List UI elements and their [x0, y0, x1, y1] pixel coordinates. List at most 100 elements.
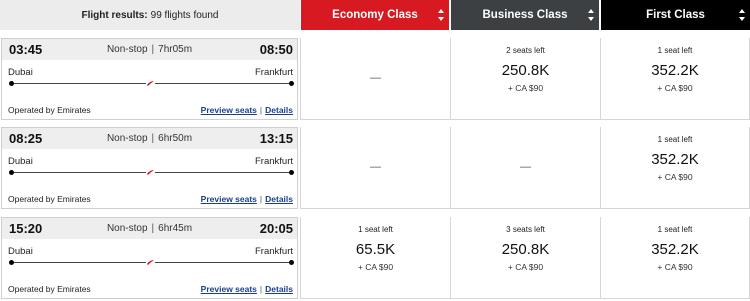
origin-city: Dubai	[8, 67, 33, 78]
business-cell: —	[450, 127, 600, 209]
business-class-label: Business Class	[482, 9, 568, 21]
separator: |	[259, 194, 263, 204]
stops-label: Non-stop	[106, 133, 148, 144]
first-fare-option[interactable]: 1 seat left 352.2K + CA $90	[600, 217, 750, 299]
duration-label: 6hr50m	[158, 133, 193, 144]
fare-price: 352.2K	[651, 151, 699, 168]
sort-arrows-icon[interactable]	[739, 9, 745, 21]
unavailable-dash: —	[370, 72, 381, 84]
flight-card: 15:20 Non-stop | 6hr45m 20:05 Dubai Frankf…	[1, 217, 298, 299]
results-summary: Flight results: 99 flights found	[0, 0, 300, 30]
duration-label: 6hr45m	[158, 223, 193, 234]
flight-row: 03:45 Non-stop | 7hr05m 08:50 Dubai Frankf…	[0, 38, 750, 120]
fare-taxes: + CA $90	[657, 83, 693, 93]
emirates-logo-icon	[146, 80, 155, 87]
route-line	[9, 169, 294, 176]
separator: |	[151, 44, 155, 55]
fare-taxes: + CA $90	[357, 262, 394, 272]
separator: |	[151, 223, 155, 234]
fare-taxes: + CA $90	[657, 172, 693, 182]
destination-city: Frankfurt	[254, 246, 293, 257]
destination-city: Frankfurt	[254, 67, 293, 78]
flight-card: 08:25 Non-stop | 6hr50m 13:15 Dubai Frankf…	[1, 127, 298, 209]
sort-arrows-icon[interactable]	[588, 9, 594, 21]
economy-class-header[interactable]: Economy Class	[301, 0, 449, 30]
unavailable-dash: —	[520, 161, 531, 173]
fare-taxes: + CA $90	[507, 83, 544, 93]
first-fare-option[interactable]: 1 seat left 352.2K + CA $90	[600, 38, 750, 120]
preview-seats-link[interactable]: Preview seats	[201, 194, 257, 204]
fare-price: 250.8K	[501, 241, 550, 258]
seats-left: 1 seat left	[358, 225, 393, 234]
unavailable-dash: —	[370, 161, 381, 173]
flight-row: 15:20 Non-stop | 6hr45m 20:05 Dubai Frankf…	[0, 217, 750, 299]
fare-price: 250.8K	[501, 62, 550, 79]
fare-taxes: + CA $90	[657, 262, 693, 272]
origin-dot-icon	[9, 260, 14, 265]
separator: |	[259, 105, 263, 115]
economy-fare-option[interactable]: 1 seat left 65.5K + CA $90	[300, 217, 450, 299]
fare-price: 352.2K	[651, 62, 699, 79]
destination-dot-icon	[289, 170, 294, 175]
flight-summary: Non-stop | 7hr05m	[2, 44, 297, 55]
operated-by: Operated by Emirates	[8, 194, 91, 204]
seats-left: 2 seats left	[506, 46, 545, 55]
first-class-label: First Class	[646, 9, 705, 21]
origin-dot-icon	[9, 81, 14, 86]
arrival-time: 20:05	[259, 221, 293, 236]
emirates-logo-icon	[146, 259, 155, 266]
flight-time-bar: 15:20 Non-stop | 6hr45m 20:05	[2, 218, 297, 239]
seats-left: 1 seat left	[657, 135, 693, 144]
stops-label: Non-stop	[106, 44, 148, 55]
stops-label: Non-stop	[106, 223, 148, 234]
flight-row: 08:25 Non-stop | 6hr50m 13:15 Dubai Frankf…	[0, 127, 750, 209]
destination-city: Frankfurt	[254, 156, 293, 167]
operated-by: Operated by Emirates	[8, 284, 91, 294]
destination-dot-icon	[289, 260, 294, 265]
fare-price: 352.2K	[651, 241, 699, 258]
duration-label: 7hr05m	[158, 44, 193, 55]
destination-dot-icon	[289, 81, 294, 86]
arrival-time: 08:50	[259, 42, 293, 57]
flight-links: Preview seats | Details	[201, 105, 293, 115]
economy-class-label: Economy Class	[332, 9, 418, 21]
first-class-header[interactable]: First Class	[601, 0, 750, 30]
sort-arrows-icon[interactable]	[438, 9, 444, 21]
seats-left: 1 seat left	[657, 225, 693, 234]
separator: |	[259, 284, 263, 294]
economy-cell: —	[300, 38, 450, 120]
preview-seats-link[interactable]: Preview seats	[201, 105, 257, 115]
first-fare-option[interactable]: 1 seat left 352.2K + CA $90	[600, 127, 750, 209]
operated-by: Operated by Emirates	[8, 105, 91, 115]
emirates-logo-icon	[146, 169, 155, 176]
flight-links: Preview seats | Details	[201, 194, 293, 204]
origin-dot-icon	[9, 170, 14, 175]
origin-city: Dubai	[8, 156, 33, 167]
seats-left: 3 seats left	[506, 225, 545, 234]
route-line	[9, 80, 294, 87]
details-link[interactable]: Details	[265, 284, 293, 294]
preview-seats-link[interactable]: Preview seats	[201, 284, 257, 294]
business-fare-option[interactable]: 2 seats left 250.8K + CA $90	[450, 38, 600, 120]
flight-card: 03:45 Non-stop | 7hr05m 08:50 Dubai Frankf…	[1, 38, 298, 120]
details-link[interactable]: Details	[265, 194, 293, 204]
separator: |	[151, 133, 155, 144]
flight-time-bar: 08:25 Non-stop | 6hr50m 13:15	[2, 128, 297, 149]
economy-cell: —	[300, 127, 450, 209]
fare-price: 65.5K	[355, 241, 396, 258]
route-line	[9, 259, 294, 266]
results-count: 99 flights found	[150, 9, 219, 21]
arrival-time: 13:15	[259, 131, 293, 146]
flight-summary: Non-stop | 6hr50m	[2, 133, 297, 144]
flight-summary: Non-stop | 6hr45m	[2, 223, 297, 234]
fare-taxes: + CA $90	[507, 262, 544, 272]
flight-links: Preview seats | Details	[201, 284, 293, 294]
flight-time-bar: 03:45 Non-stop | 7hr05m 08:50	[2, 39, 297, 60]
business-fare-option[interactable]: 3 seats left 250.8K + CA $90	[450, 217, 600, 299]
results-label: Flight results:	[81, 9, 148, 21]
seats-left: 1 seat left	[657, 46, 693, 55]
details-link[interactable]: Details	[265, 105, 293, 115]
results-header: Flight results: 99 flights found Economy…	[0, 0, 750, 30]
business-class-header[interactable]: Business Class	[451, 0, 599, 30]
origin-city: Dubai	[8, 246, 33, 257]
